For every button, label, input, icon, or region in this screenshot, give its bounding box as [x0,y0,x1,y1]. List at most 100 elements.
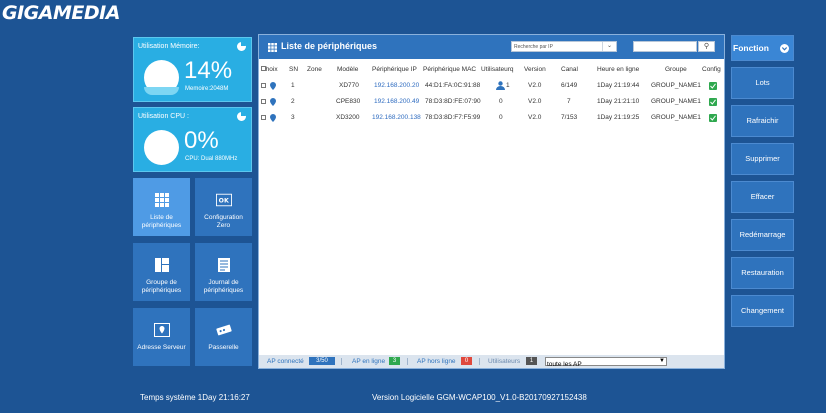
tile-server-address[interactable]: Adresse Serveur [133,308,190,366]
chevron-down-icon: ▼ [659,358,665,364]
table-row[interactable]: 3 XD3200 192.168.200.138 78:D3:8D:F7:F5:… [259,114,724,126]
tile-label: Configuration Zero [204,214,243,229]
users-label: Utilisateurs [488,358,521,365]
device-list-panel: Liste de périphériques Recherche par IP … [258,34,725,369]
cell-online-time: 1Day 21:19:25 [597,114,640,121]
column-header: Groupe [665,66,687,73]
cpu-usage-gauge [144,130,179,165]
location-pin-icon[interactable] [270,82,276,90]
cell-mac: 78:D3:8D:F7:F5:99 [425,114,481,121]
ap-online-badge: 3 [389,357,400,365]
tile-device-list[interactable]: Liste de périphériques [133,178,190,236]
cell-ip-link[interactable]: 192.168.200.138 [372,114,421,121]
ap-online-label: AP en ligne [352,358,386,365]
location-pin-icon[interactable] [270,98,276,106]
select-all-checkbox[interactable] [261,66,266,71]
gateway-icon [215,322,232,338]
row-checkbox[interactable] [261,99,266,104]
user-icon [496,81,505,90]
system-time: Temps système 1Day 21:16:27 [140,393,250,402]
pie-chart-icon [237,42,246,51]
svg-text:OK: OK [218,198,228,205]
function-menu-label: Fonction [733,43,769,53]
ap-offline-label: AP hors ligne [417,358,456,365]
config-edit-icon[interactable] [709,98,717,106]
cell-model: XD770 [339,82,359,89]
cell-version: V2.0 [528,114,542,121]
clear-button[interactable]: Effacer [731,181,794,213]
cell-version: V2.0 [528,82,542,89]
change-button[interactable]: Changement [731,295,794,327]
cell-version: V2.0 [528,98,542,105]
table-header: Choix SN Zone Modèle Périphérique IP Pér… [259,66,724,76]
column-header: SN [289,66,299,73]
column-header: Périphérique MAC [423,66,477,73]
cell-online-time: 1Day 21:19:44 [597,82,640,89]
restore-button[interactable]: Restauration [731,257,794,289]
ap-offline-badge: 0 [461,357,472,365]
cpu-usage-title: Utilisation CPU : [138,113,189,120]
row-checkbox[interactable] [261,83,266,88]
cell-sn: 3 [291,114,295,121]
cell-model: XD3200 [336,114,360,121]
search-type-select[interactable]: Recherche par IP ⌄ [511,41,617,52]
journal-icon [216,257,232,273]
panel-header: Liste de périphériques Recherche par IP … [259,35,724,59]
function-menu-button[interactable]: Fonction [731,35,794,61]
layout-icon [154,257,170,273]
ap-connected-label: AP connecté [267,358,304,365]
ap-filter-select[interactable]: toute les AP ▼ [545,357,667,368]
grid-icon [154,192,170,208]
refresh-button[interactable]: Rafraichir [731,105,794,137]
search-button[interactable]: ⚲ [698,41,715,52]
cell-mac: 44:D1:FA:0C:91:88 [425,82,481,89]
memory-usage-title: Utilisation Mémoire: [138,43,200,50]
divider [341,358,342,365]
tile-device-group[interactable]: Groupe de périphériques [133,243,190,301]
cell-ip-link[interactable]: 192.168.200.49 [374,98,419,105]
table-row[interactable]: 2 CPE830 192.168.200.49 78:D3:8D:FE:07:9… [259,98,724,110]
config-edit-icon[interactable] [709,114,717,122]
column-header: Heure en ligne [597,66,640,73]
delete-button[interactable]: Supprimer [731,143,794,175]
search-input[interactable] [633,41,697,52]
cell-users: 0 [499,114,503,121]
cell-users: 0 [499,98,503,105]
config-edit-icon[interactable] [709,82,717,90]
map-pin-icon [153,322,170,338]
cell-sn: 2 [291,98,295,105]
pie-chart-icon [237,112,246,121]
cell-ip-link[interactable]: 192.168.200.20 [374,82,419,89]
tile-label: Liste de périphériques [141,214,182,229]
tile-label: Journal de périphériques [203,279,244,294]
search-type-value: Recherche par IP [514,44,553,50]
cell-sn: 1 [291,82,295,89]
cpu-info: CPU: Dual 880MHz [185,156,238,162]
column-header: Utilisateurq [481,66,514,73]
table-row[interactable]: 1 XD770 192.168.200.20 44:D1:FA:0C:91:88… [259,81,724,94]
cell-group: GROUP_NAME1 [651,98,701,105]
tile-device-journal[interactable]: Journal de périphériques [195,243,252,301]
column-header: Canal [561,66,578,73]
tile-label: Adresse Serveur [137,344,186,351]
software-version: Version Logicielle GGM-WCAP100_V1.0-B201… [372,393,587,402]
cell-online-time: 1Day 21:21:10 [597,98,640,105]
column-header: Zone [307,66,322,73]
tile-gateway[interactable]: Passerelle [195,308,252,366]
ap-connected-badge: 3/50 [309,357,335,365]
chevron-down-icon: ⌄ [602,42,616,51]
cell-channel: 7 [567,98,571,105]
tile-zero-config[interactable]: OK Configuration Zero [195,178,252,236]
reboot-button[interactable]: Redémarrage [731,219,794,251]
ap-filter-value: toute les AP [547,361,582,368]
divider [479,358,480,365]
memory-usage-card: Utilisation Mémoire: 14% Memoire:2048M [133,37,252,102]
memory-usage-gauge [144,60,179,95]
column-header: Config [702,66,721,73]
batch-button[interactable]: Lots [731,67,794,99]
ok-config-icon: OK [215,192,232,208]
column-header-choice[interactable]: Choix [261,66,278,73]
cell-channel: 6/149 [561,82,578,89]
row-checkbox[interactable] [261,115,266,120]
location-pin-icon[interactable] [270,114,276,122]
